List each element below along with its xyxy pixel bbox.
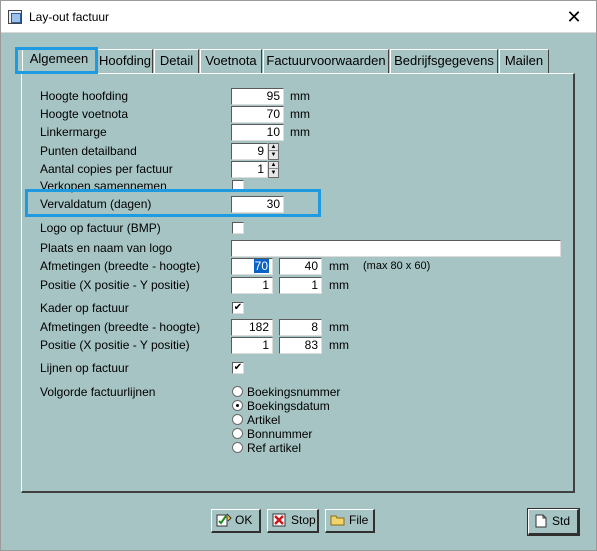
check-pen-icon [216,513,232,527]
window-title: Lay-out factuur [29,10,110,24]
radio-bonnummer-label: Bonnummer [247,427,313,441]
spin-down-icon[interactable]: ▼ [269,170,278,177]
logo-positie-label: Positie (X positie - Y positie) [40,278,190,292]
volgorde-label: Volgorde factuurlijnen [40,385,156,399]
spin-down-icon[interactable]: ▼ [269,152,278,159]
spin-up-icon[interactable]: ▲ [269,162,278,169]
kader-op-factuur-checkbox[interactable]: ✔ [232,302,244,314]
tab-mailen[interactable]: Mailen [499,49,549,73]
verkopen-samennemen-label: Verkopen samennemen [40,179,167,193]
logo-op-factuur-label: Logo op factuur (BMP) [40,221,161,235]
plaats-logo-label: Plaats en naam van logo [40,241,173,255]
title-bar: Lay-out factuur ✕ [1,1,596,33]
radio-bonnummer-button[interactable] [232,428,243,439]
kader-positie-unit: mm [329,338,349,352]
vervaldatum-label: Vervaldatum (dagen) [40,197,152,211]
file-button[interactable]: File [325,509,375,533]
hoogte-hoofding-label: Hoogte hoofding [40,89,129,103]
kader-breedte-input[interactable]: 182 [231,319,273,336]
document-icon [533,513,549,528]
ok-label: OK [235,513,253,527]
linkermarge-unit: mm [290,125,310,139]
logo-y-input[interactable]: 1 [279,277,322,294]
hoogte-voetnota-unit: mm [290,107,310,121]
radio-boekingsnummer-button[interactable] [232,386,243,397]
kader-x-input[interactable]: 1 [231,337,273,354]
red-x-icon [272,513,288,527]
linkermarge-input[interactable]: 10 [231,124,284,141]
logo-op-factuur-checkbox[interactable] [232,222,244,234]
logo-x-input[interactable]: 1 [231,277,273,294]
folder-icon [330,513,346,527]
logo-max-hint: (max 80 x 60) [363,260,431,272]
hoogte-hoofding-input[interactable]: 95 [231,88,284,105]
file-label: File [349,513,369,527]
punten-detailband-label: Punten detailband [40,144,137,158]
logo-hoogte-input[interactable]: 40 [279,258,322,275]
close-button[interactable]: ✕ [562,6,586,28]
plaats-logo-input[interactable] [231,240,561,257]
radio-boekingsdatum-button[interactable] [232,400,243,411]
std-button[interactable]: Std [527,508,580,536]
kader-y-input[interactable]: 83 [279,337,322,354]
layout-window-icon [8,10,22,24]
spin-up-icon[interactable]: ▲ [269,144,278,151]
aantal-copies-spinner[interactable]: ▲ ▼ [268,161,279,178]
radio-artikel-button[interactable] [232,414,243,425]
aantal-copies-label: Aantal copies per factuur [40,162,173,176]
kader-afmetingen-unit: mm [329,320,349,334]
std-label: Std [552,514,571,528]
tab-hoofding[interactable]: Hoofding [96,49,153,73]
radio-ref-artikel-label: Ref artikel [247,441,302,455]
radio-artikel-label: Artikel [247,413,281,427]
verkopen-samennemen-checkbox[interactable] [232,180,244,192]
layout-factuur-window: Lay-out factuur ✕ Algemeen Hoofding Deta… [0,0,597,551]
hoogte-voetnota-label: Hoogte voetnota [40,107,129,121]
logo-breedte-value: 70 [253,259,269,273]
radio-ref-artikel-button[interactable] [232,442,243,453]
radio-boekingsdatum-label: Boekingsdatum [247,399,330,413]
kader-positie-label: Positie (X positie - Y positie) [40,338,190,352]
logo-afmetingen-label: Afmetingen (breedte - hoogte) [40,259,201,273]
ok-button[interactable]: OK [211,509,261,533]
tab-bedrijfsgegevens[interactable]: Bedrijfsgegevens [390,49,498,73]
kader-afmetingen-label: Afmetingen (breedte - hoogte) [40,320,201,334]
lijnen-op-factuur-checkbox[interactable]: ✔ [232,362,244,374]
stop-button[interactable]: Stop [267,509,319,533]
logo-positie-unit: mm [329,278,349,292]
logo-breedte-input[interactable]: 70 [231,258,273,275]
hoogte-voetnota-input[interactable]: 70 [231,106,284,123]
tab-detail[interactable]: Detail [154,49,199,73]
punten-detailband-input[interactable]: 9 [231,143,268,160]
kader-hoogte-input[interactable]: 8 [279,319,322,336]
lijnen-op-factuur-label: Lijnen op factuur [40,361,129,375]
hoogte-hoofding-unit: mm [290,89,310,103]
vervaldatum-input[interactable]: 30 [231,196,284,213]
tab-factuurvoorwaarden[interactable]: Factuurvoorwaarden [263,49,389,73]
kader-op-factuur-label: Kader op factuur [40,301,129,315]
radio-boekingsnummer-label: Boekingsnummer [247,385,341,399]
punten-detailband-spinner[interactable]: ▲ ▼ [268,143,279,160]
tab-voetnota[interactable]: Voetnota [200,49,262,73]
linkermarge-label: Linkermarge [40,125,107,139]
logo-afmetingen-unit: mm [329,259,349,273]
tab-algemeen[interactable]: Algemeen [22,47,96,74]
stop-label: Stop [291,513,316,527]
aantal-copies-input[interactable]: 1 [231,161,268,178]
